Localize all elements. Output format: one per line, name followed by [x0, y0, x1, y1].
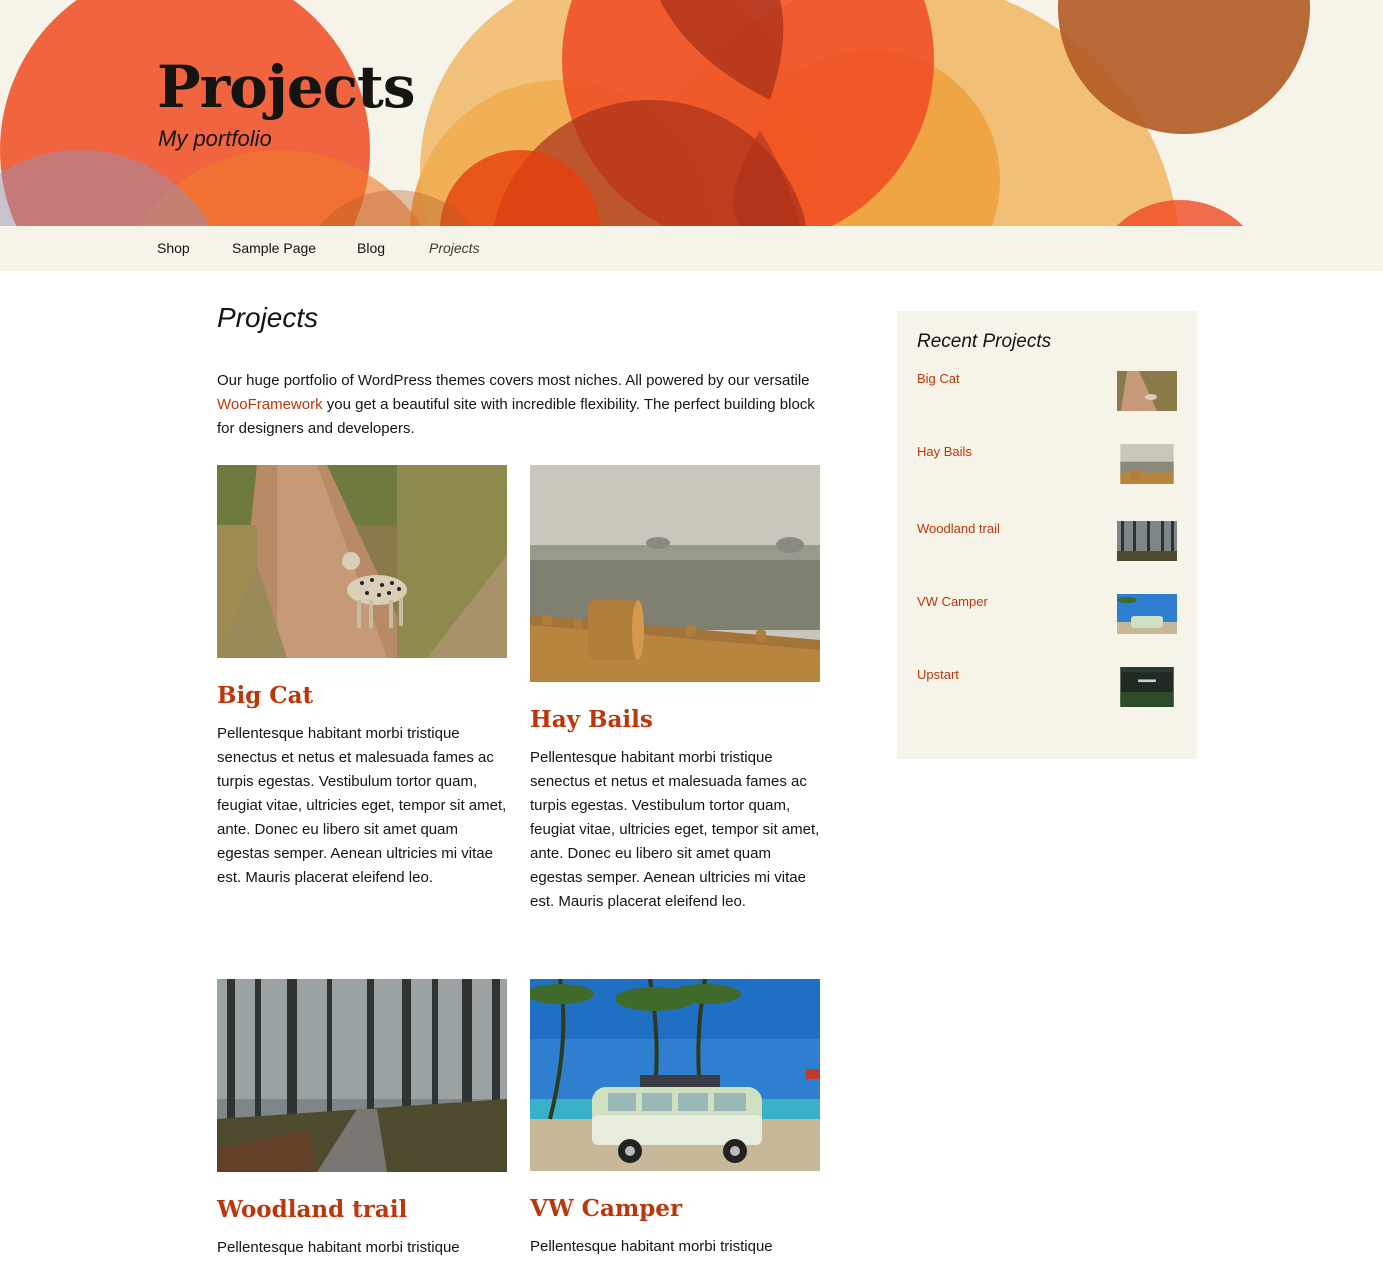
project-title[interactable]: VW Camper — [530, 1195, 820, 1223]
recent-project-link[interactable]: Upstart — [917, 667, 959, 682]
project-excerpt: Pellentesque habitant morbi tristique se… — [217, 725, 507, 886]
project-card-vw-camper: VW Camper Pellentesque habitant morbi tr… — [530, 979, 820, 1259]
project-excerpt: Pellentesque habitant morbi tristique — [217, 1239, 460, 1256]
recent-project-upstart: Upstart — [917, 667, 1177, 712]
project-title[interactable]: Hay Bails — [530, 706, 820, 734]
page-title: Projects — [217, 302, 319, 333]
wooframework-link[interactable]: WooFramework — [217, 396, 323, 413]
nav-item-projects[interactable]: Projects — [429, 226, 480, 271]
intro-text-start: Our huge portfolio of WordPress themes c… — [217, 372, 810, 389]
recent-project-thumb[interactable] — [1117, 371, 1177, 411]
recent-project-thumb[interactable] — [1117, 444, 1177, 484]
recent-project-thumb[interactable] — [1117, 521, 1177, 561]
recent-project-big-cat: Big Cat — [917, 371, 1177, 416]
recent-project-vw-camper: VW Camper — [917, 594, 1177, 639]
project-image-big-cat[interactable] — [217, 465, 507, 658]
project-title[interactable]: Big Cat — [217, 682, 507, 710]
recent-project-link[interactable]: Woodland trail — [917, 521, 1000, 536]
project-card-woodland-trail: Woodland trail Pellentesque habitant mor… — [217, 979, 507, 1260]
recent-project-hay-bails: Hay Bails — [917, 444, 1177, 489]
site-header: Projects My portfolio — [0, 0, 1383, 226]
nav-item-shop[interactable]: Shop — [157, 226, 190, 271]
recent-project-woodland-trail: Woodland trail — [917, 521, 1177, 566]
project-image-woodland-trail[interactable] — [217, 979, 507, 1172]
project-image-hay-bails[interactable] — [530, 465, 820, 682]
nav-item-blog[interactable]: Blog — [357, 226, 385, 271]
recent-project-thumb[interactable] — [1117, 594, 1177, 634]
project-excerpt: Pellentesque habitant morbi tristique — [530, 1238, 773, 1255]
project-card-hay-bails: Hay Bails Pellentesque habitant morbi tr… — [530, 465, 820, 914]
widget-title: Recent Projects — [917, 331, 1052, 352]
site-title[interactable]: Projects — [157, 52, 416, 122]
recent-project-link[interactable]: Hay Bails — [917, 444, 972, 459]
recent-project-link[interactable]: VW Camper — [917, 594, 988, 609]
project-card-big-cat: Big Cat Pellentesque habitant morbi tris… — [217, 465, 507, 890]
site-description: My portfolio — [158, 126, 272, 151]
project-excerpt: Pellentesque habitant morbi tristique se… — [530, 749, 820, 910]
intro-text: Our huge portfolio of WordPress themes c… — [217, 369, 817, 441]
project-image-vw-camper[interactable] — [530, 979, 820, 1171]
sidebar-recent-projects: Recent Projects Big Cat Hay Bails Woodla… — [897, 311, 1197, 759]
nav-item-sample-page[interactable]: Sample Page — [232, 226, 316, 271]
project-title[interactable]: Woodland trail — [217, 1196, 507, 1224]
main-navigation: Shop Sample Page Blog Projects — [0, 226, 1383, 271]
recent-project-thumb[interactable] — [1117, 667, 1177, 707]
recent-project-link[interactable]: Big Cat — [917, 371, 960, 386]
